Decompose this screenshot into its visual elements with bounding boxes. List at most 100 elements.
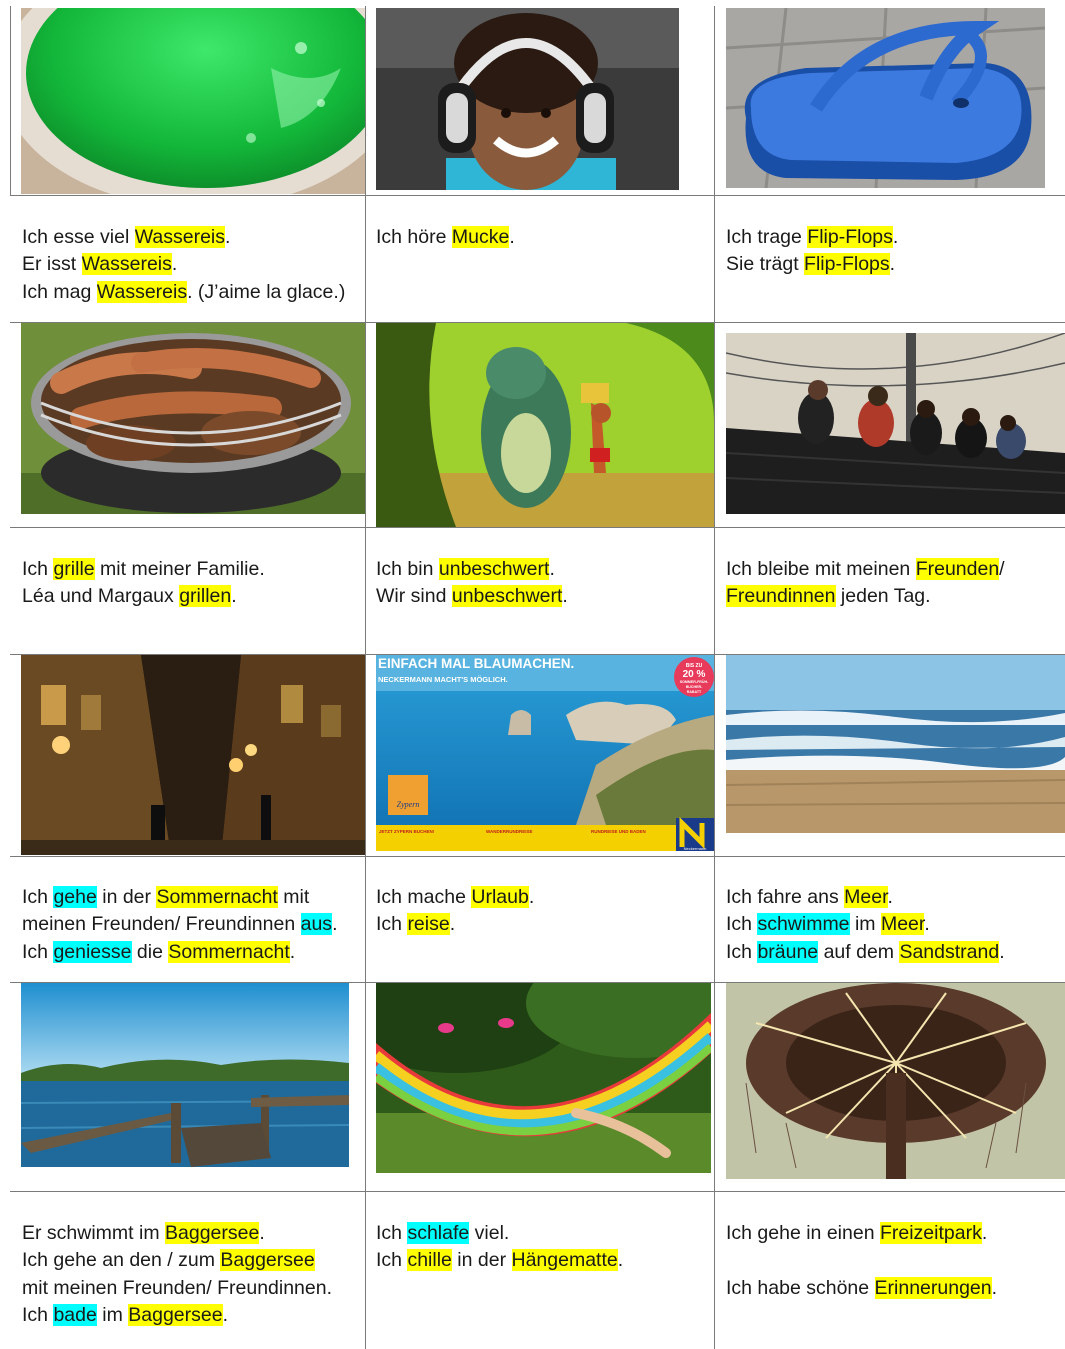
text-line: Ich grille mit meiner Familie.	[22, 556, 265, 583]
photo-wassereis	[21, 8, 365, 194]
text-segment: .	[549, 558, 555, 580]
text-cell-flip-flops: Ich trage Flip-Flops. Sie trägt Flip-Flop…	[726, 224, 898, 279]
text-segment: .	[225, 226, 231, 248]
highlight-word: Erinnerungen	[874, 1276, 992, 1299]
photo-cyprus-ad: EINFACH MAL BLAUMACHEN. NECKERMANN MACHT…	[376, 655, 714, 851]
text-segment: jeden Tag.	[835, 585, 931, 608]
text-line: Ich mache Urlaub.	[376, 884, 534, 911]
text-segment: .	[991, 1276, 998, 1299]
grid-line	[10, 195, 1065, 196]
text-segment: Wir sind	[376, 585, 452, 608]
text-segment: auf dem	[818, 940, 900, 963]
text-segment: .	[509, 226, 515, 248]
text-line: Er isst Wassereis.	[22, 251, 345, 278]
text-segment: .	[289, 940, 296, 963]
text-segment: Ich mache	[376, 886, 472, 908]
text-segment: Er isst	[22, 253, 82, 276]
text-segment: .	[889, 253, 896, 276]
highlight-word: Freizeitpark	[879, 1222, 982, 1244]
text-line: Ich reise.	[376, 911, 534, 938]
text-line: Ich fahre ans Meer.	[726, 884, 1005, 911]
text-cell-freunden: Ich bleibe mit meinen Freunden/Freundinn…	[726, 556, 1005, 611]
highlight-word: Urlaub	[471, 886, 529, 908]
highlight-verb: gehe	[53, 886, 97, 908]
highlight-verb: bräune	[757, 940, 819, 963]
text-segment: Ich	[22, 886, 54, 908]
text-segment: Ich esse viel	[22, 226, 135, 248]
text-segment: Ich	[22, 940, 54, 963]
poster-zypern-logo: Zypern	[397, 800, 420, 809]
text-segment: Ich habe schöne	[726, 1276, 875, 1299]
highlight-word: unbeschwert	[438, 558, 550, 580]
poster-subline: NECKERMANN MACHT'S MÖGLICH.	[378, 675, 508, 684]
text-line: Ich habe schöne Erinnerungen.	[726, 1275, 997, 1302]
text-segment: .	[562, 585, 568, 608]
text-segment: mit meiner Familie.	[94, 558, 265, 580]
text-segment: Ich	[22, 558, 54, 580]
highlight-word: Flip-Flops	[804, 253, 890, 276]
text-line: Er schwimmt im Baggersee.	[22, 1220, 332, 1247]
text-line	[726, 1247, 997, 1274]
highlight-word: Sommernacht	[156, 886, 278, 908]
highlight-word: Meer	[844, 886, 888, 908]
highlight-word: Baggersee	[220, 1249, 315, 1272]
highlight-word: Wassereis	[81, 253, 172, 276]
highlight-word: Wassereis	[134, 226, 226, 248]
text-segment: .	[981, 1222, 988, 1244]
text-segment: Ich gehe in einen	[726, 1222, 880, 1244]
grid-line	[10, 856, 1065, 857]
highlight-word: Freunden	[915, 558, 1000, 580]
text-segment: die	[131, 940, 169, 963]
text-segment: Ich	[22, 1303, 54, 1326]
text-segment: im	[96, 1303, 129, 1326]
text-segment: Er schwimmt im	[22, 1222, 165, 1244]
text-line: Ich schlafe viel.	[376, 1220, 623, 1247]
text-segment: viel.	[469, 1222, 510, 1244]
photo-jungle-book	[376, 323, 714, 527]
highlight-word: Hängematte	[511, 1249, 618, 1272]
photo-grill	[21, 323, 365, 514]
highlight-verb: bade	[53, 1303, 97, 1326]
poster-badge-line2: 20 %	[683, 669, 706, 680]
text-line: Ich chille in der Hängematte.	[376, 1247, 623, 1274]
text-cell-unbeschwert: Ich bin unbeschwert. Wir sind unbeschwert…	[376, 556, 568, 611]
poster-badge-line5: RABATT	[687, 690, 702, 694]
text-segment: Ich	[726, 913, 758, 936]
photo-lake	[21, 983, 349, 1167]
text-segment: mit	[277, 886, 310, 908]
photo-flip-flop	[726, 8, 1045, 188]
text-line: Ich esse viel Wassereis.	[22, 224, 345, 251]
text-segment: Ich trage	[726, 226, 808, 248]
highlight-word: Wassereis	[96, 280, 188, 303]
text-segment: /	[999, 558, 1005, 580]
text-cell-mucke: Ich höre Mucke.	[376, 224, 515, 251]
highlight-word: chille	[407, 1249, 452, 1272]
grid-line	[10, 1191, 1065, 1192]
text-line: Ich höre Mucke.	[376, 224, 515, 251]
photo-hammock	[376, 983, 711, 1173]
highlight-word: Sandstrand	[899, 940, 1000, 963]
text-cell-freizeitpark: Ich gehe in einen Freizeitpark. Ich habe…	[726, 1220, 997, 1302]
highlight-verb: aus	[300, 913, 333, 936]
poster-headline: EINFACH MAL BLAUMACHEN.	[378, 656, 574, 671]
text-segment: Ich	[376, 913, 408, 936]
text-segment: .	[332, 913, 338, 936]
text-line: Ich gehe in einen Freizeitpark.	[726, 1220, 997, 1247]
text-segment: Léa und Margaux	[22, 585, 180, 608]
text-cell-grillen: Ich grille mit meiner Familie. Léa und Ma…	[22, 556, 265, 611]
text-line: Ich gehe in der Sommernacht mit	[22, 884, 337, 911]
poster-footer-col2: WANDERRUNDREISE	[486, 829, 533, 834]
text-cell-sommernacht: Ich gehe in der Sommernacht mit meinen Fr…	[22, 884, 337, 966]
text-line: meinen Freunden/ Freundinnen aus.	[22, 911, 337, 938]
text-segment: .	[892, 226, 899, 248]
text-segment: Ich bleibe mit meinen	[726, 558, 916, 580]
poster-badge-line3: SOMMER-FRÜH-	[680, 679, 709, 684]
poster-footer-col3: RUNDREISE UND BADEN	[591, 829, 646, 834]
highlight-word: unbeschwert	[451, 585, 563, 608]
highlight-word: Meer	[880, 913, 925, 936]
text-segment: Ich höre	[376, 226, 452, 248]
text-line: Sie trägt Flip-Flops.	[726, 251, 898, 278]
text-line: Ich bin unbeschwert.	[376, 556, 568, 583]
highlight-word: grillen	[179, 585, 232, 608]
text-segment: .	[222, 1303, 228, 1326]
